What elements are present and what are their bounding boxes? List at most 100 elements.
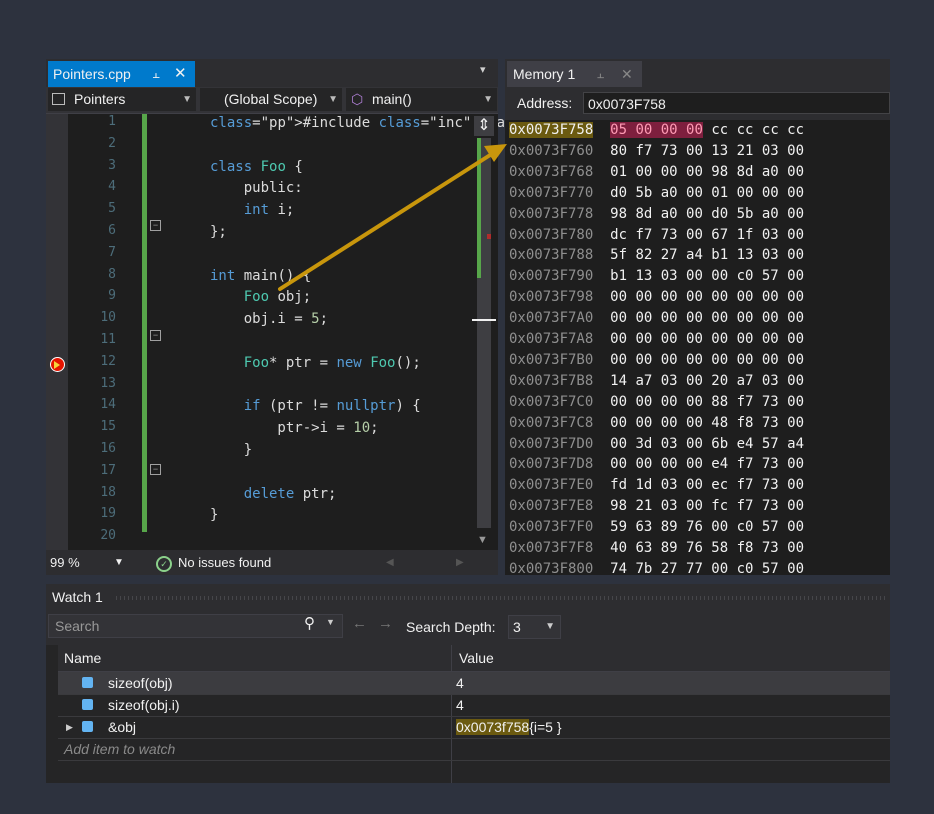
watch-value[interactable]: 0x0073f758{i=5 } — [456, 716, 562, 738]
code-line[interactable]: public: — [210, 178, 303, 199]
scope-dropdown[interactable]: (Global Scope) ▼ — [200, 88, 342, 111]
arrow-left-icon[interactable]: ← — [352, 615, 367, 632]
memory-bytes[interactable]: b1 13 03 00 00 c0 57 00 — [610, 268, 804, 284]
memory-row[interactable]: 0x0073F7D8 00 00 00 00 e4 f7 73 00 — [509, 454, 804, 475]
code-text[interactable]: class="pp">#include class="inc"><malloc.… — [164, 114, 564, 550]
pin-icon[interactable]: ⫠ — [152, 61, 160, 87]
address-input[interactable]: 0x0073F758 — [583, 92, 890, 114]
memory-bytes[interactable]: cc cc cc cc — [711, 122, 804, 138]
memory-row[interactable]: 0x0073F7B0 00 00 00 00 00 00 00 00 — [509, 350, 804, 371]
code-line[interactable]: }; — [210, 222, 227, 243]
tab-overflow-chevron-icon[interactable]: ▾ — [480, 63, 486, 76]
code-line[interactable]: delete ptr; — [210, 484, 337, 505]
memory-bytes[interactable]: 00 00 00 00 00 00 00 00 — [610, 352, 804, 368]
memory-row[interactable]: 0x0073F768 01 00 00 00 98 8d a0 00 — [509, 162, 804, 183]
scroll-left-icon[interactable]: ◀ — [386, 550, 394, 575]
tab-pointers-cpp[interactable]: Pointers.cpp ⫠ ✕ — [48, 61, 195, 87]
memory-bytes[interactable]: 01 00 00 00 98 8d a0 00 — [610, 164, 804, 180]
memory-bytes[interactable]: 98 21 03 00 fc f7 73 00 — [610, 498, 804, 514]
memory-row[interactable]: 0x0073F778 98 8d a0 00 d0 5b a0 00 — [509, 204, 804, 225]
memory-bytes[interactable]: 00 00 00 00 e4 f7 73 00 — [610, 456, 804, 472]
code-area[interactable]: 1 2 3 4 5 6 7 8 9 10 11 12 13 14 15 16 17 18 19 20 − − − cl… — [46, 114, 564, 550]
memory-row[interactable]: 0x0073F800 74 7b 27 77 00 c0 57 00 — [509, 559, 804, 580]
code-line[interactable]: if (ptr != nullptr) { — [210, 396, 421, 417]
memory-row[interactable]: 0x0073F7F0 59 63 89 76 00 c0 57 00 — [509, 517, 804, 538]
breakpoint-current-line-icon[interactable] — [50, 357, 65, 372]
memory-bytes[interactable]: 00 00 00 00 00 00 00 00 — [610, 289, 804, 305]
issues-status[interactable]: No issues found — [178, 550, 271, 575]
project-dropdown[interactable]: Pointers ▼ — [48, 88, 196, 111]
memory-row[interactable]: 0x0073F7F8 40 63 89 76 58 f8 73 00 — [509, 538, 804, 559]
memory-row[interactable]: 0x0073F7E8 98 21 03 00 fc f7 73 00 — [509, 496, 804, 517]
scroll-down-icon[interactable]: ▼ — [477, 534, 488, 546]
scroll-right-icon[interactable]: ▶ — [456, 550, 464, 575]
expand-arrow-icon[interactable]: ▶ — [66, 716, 73, 738]
memory-row[interactable]: 0x0073F7A8 00 00 00 00 00 00 00 00 — [509, 329, 804, 350]
memory-bytes[interactable]: 00 00 00 00 00 00 00 00 — [610, 331, 804, 347]
drag-grip[interactable] — [116, 596, 886, 600]
memory-bytes[interactable]: 00 00 00 00 48 f8 73 00 — [610, 415, 804, 431]
watch-search-input[interactable]: Search — [48, 614, 343, 638]
memory-bytes[interactable]: 00 3d 03 00 6b e4 57 a4 — [610, 436, 804, 452]
watch-row[interactable]: sizeof(obj.i) 4 — [58, 694, 890, 717]
watch-value[interactable]: 4 — [456, 694, 464, 716]
memory-row[interactable]: 0x0073F7C8 00 00 00 00 48 f8 73 00 — [509, 413, 804, 434]
memory-bytes[interactable]: 74 7b 27 77 00 c0 57 00 — [610, 561, 804, 577]
code-line[interactable]: obj.i = 5; — [210, 309, 328, 330]
pin-icon[interactable]: ⫠ — [597, 61, 604, 87]
function-dropdown[interactable]: ⬡ main() ▼ — [346, 88, 497, 111]
code-line[interactable]: int i; — [210, 200, 295, 221]
memory-bytes[interactable]: 80 f7 73 00 13 21 03 00 — [610, 143, 804, 159]
code-line[interactable]: ptr->i = 10; — [210, 418, 378, 439]
chevron-down-icon[interactable]: ▼ — [326, 617, 335, 627]
code-line[interactable]: int main() { — [210, 266, 311, 287]
close-icon[interactable]: ✕ — [174, 61, 187, 87]
memory-row[interactable]: 0x0073F7A0 00 00 00 00 00 00 00 00 — [509, 308, 804, 329]
column-header-name[interactable]: Name — [64, 645, 101, 671]
memory-row[interactable]: 0x0073F7C0 00 00 00 00 88 f7 73 00 — [509, 392, 804, 413]
memory-bytes[interactable]: 59 63 89 76 00 c0 57 00 — [610, 519, 804, 535]
memory-row[interactable]: 0x0073F798 00 00 00 00 00 00 00 00 — [509, 287, 804, 308]
scrollbar-track[interactable] — [472, 138, 496, 528]
memory-row[interactable]: 0x0073F7B8 14 a7 03 00 20 a7 03 00 — [509, 371, 804, 392]
memory-row[interactable]: 0x0073F770 d0 5b a0 00 01 00 00 00 — [509, 183, 804, 204]
split-window-icon[interactable]: ⇕ — [474, 116, 494, 136]
memory-row[interactable]: 0x0073F790 b1 13 03 00 00 c0 57 00 — [509, 266, 804, 287]
memory-bytes[interactable]: 5f 82 27 a4 b1 13 03 00 — [610, 247, 804, 263]
arrow-right-icon[interactable]: → — [378, 615, 393, 632]
watch-name[interactable]: sizeof(obj.i) — [108, 694, 180, 716]
column-header-value[interactable]: Value — [459, 645, 494, 671]
memory-row[interactable]: 0x0073F7D0 00 3d 03 00 6b e4 57 a4 — [509, 434, 804, 455]
code-line[interactable]: } — [210, 505, 218, 526]
zoom-level[interactable]: 99 % — [50, 550, 80, 575]
watch-name[interactable]: &obj — [108, 716, 136, 738]
code-line[interactable]: Foo* ptr = new Foo(); — [210, 353, 421, 374]
watch-name[interactable]: sizeof(obj) — [108, 672, 173, 694]
search-depth-dropdown[interactable]: 3 ▼ — [508, 615, 561, 639]
memory-bytes[interactable]: fd 1d 03 00 ec f7 73 00 — [610, 477, 804, 493]
glyph-margin[interactable] — [46, 114, 68, 550]
memory-bytes[interactable]: 00 00 00 00 00 00 00 00 — [610, 310, 804, 326]
code-line[interactable]: Foo obj; — [210, 287, 311, 308]
fold-toggle-icon[interactable]: − — [150, 330, 161, 341]
watch-value[interactable]: 4 — [456, 672, 464, 694]
memory-bytes[interactable]: 98 8d a0 00 d0 5b a0 00 — [610, 206, 804, 222]
memory-bytes[interactable]: dc f7 73 00 67 1f 03 00 — [610, 227, 804, 243]
memory-bytes[interactable]: 14 a7 03 00 20 a7 03 00 — [610, 373, 804, 389]
memory-row[interactable]: 0x0073F758 05 00 00 00 cc cc cc cc — [509, 120, 804, 141]
watch-row[interactable]: sizeof(obj) 4 — [58, 672, 890, 695]
memory-row[interactable]: 0x0073F760 80 f7 73 00 13 21 03 00 — [509, 141, 804, 162]
add-item-placeholder[interactable]: Add item to watch — [64, 738, 175, 760]
memory-row[interactable]: 0x0073F7E0 fd 1d 03 00 ec f7 73 00 — [509, 475, 804, 496]
memory-bytes[interactable]: 00 00 00 00 88 f7 73 00 — [610, 394, 804, 410]
close-icon[interactable]: ✕ — [621, 61, 633, 87]
fold-toggle-icon[interactable]: − — [150, 220, 161, 231]
memory-row[interactable]: 0x0073F788 5f 82 27 a4 b1 13 03 00 — [509, 245, 804, 266]
memory-bytes[interactable]: d0 5b a0 00 01 00 00 00 — [610, 185, 804, 201]
search-icon[interactable]: ⚲ — [304, 614, 315, 632]
memory-grid[interactable]: 0x0073F758 05 00 00 00 cc cc cc cc 0x0073… — [505, 120, 890, 577]
memory-bytes-highlighted[interactable]: 05 00 00 00 — [610, 122, 703, 138]
memory-row[interactable]: 0x0073F780 dc f7 73 00 67 1f 03 00 — [509, 225, 804, 246]
add-item-row[interactable]: Add item to watch — [58, 738, 890, 761]
watch-row[interactable]: ▶ &obj 0x0073f758{i=5 } — [58, 716, 890, 739]
